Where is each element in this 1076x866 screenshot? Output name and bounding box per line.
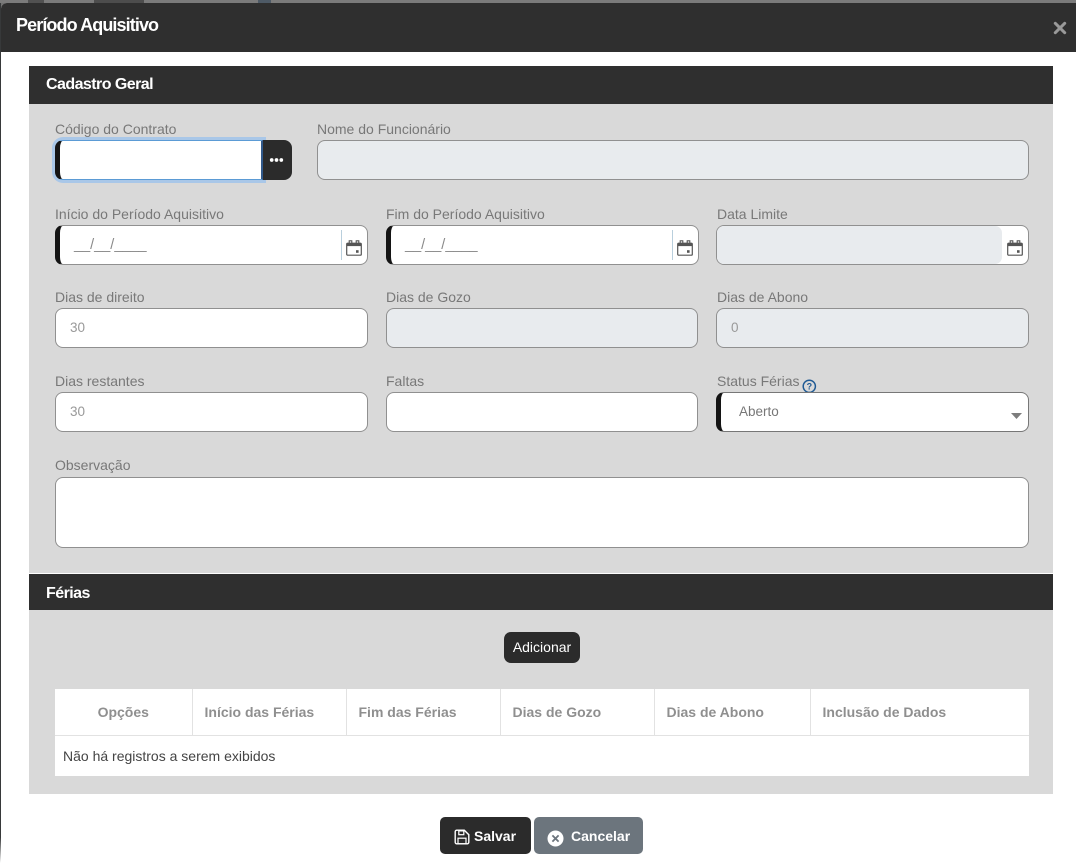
- svg-text:?: ?: [807, 382, 813, 392]
